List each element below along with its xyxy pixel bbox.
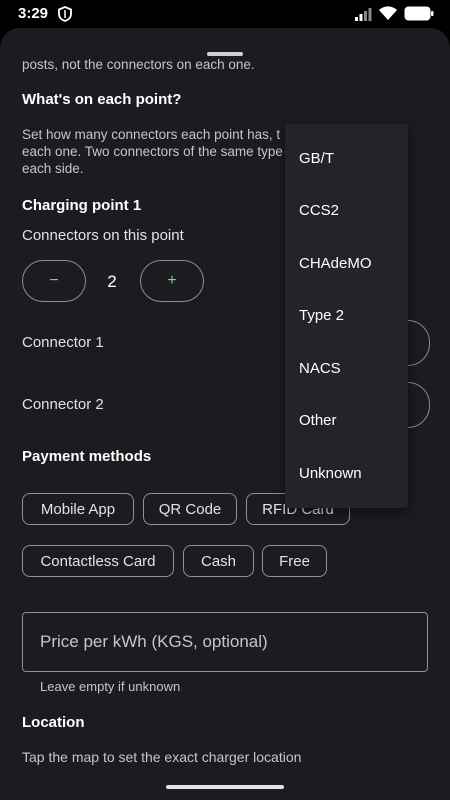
status-bar: 3:29 — [0, 0, 450, 30]
menu-item-type-2[interactable]: Type 2 — [285, 290, 408, 343]
shield-icon — [58, 6, 72, 27]
menu-item-gbt[interactable]: GB/T — [285, 132, 408, 185]
location-title: Location — [22, 714, 85, 731]
payment-chip-free[interactable]: Free — [262, 545, 327, 577]
connector-type-menu: GB/T CCS2 CHAdeMO Type 2 NACS Other Unkn… — [285, 124, 408, 508]
price-input[interactable]: Price per kWh (KGS, optional) — [22, 612, 428, 672]
connector-count: 2 — [107, 272, 117, 291]
system-icons — [354, 6, 434, 26]
menu-item-other[interactable]: Other — [285, 395, 408, 448]
menu-item-nacs[interactable]: NACS — [285, 342, 408, 395]
menu-item-chademo[interactable]: CHAdeMO — [285, 237, 408, 290]
section-points-title: What's on each point? — [22, 91, 182, 108]
payment-chip-cash[interactable]: Cash — [183, 545, 254, 577]
increment-button[interactable]: + — [140, 260, 204, 302]
payment-chip-qr-code[interactable]: QR Code — [143, 493, 237, 525]
wifi-icon — [378, 6, 398, 26]
connectors-label: Connectors on this point — [22, 227, 184, 244]
connector-2-label: Connector 2 — [22, 396, 104, 413]
section-points-desc-2: each one. Two connectors of the same typ… — [22, 144, 283, 159]
home-indicator[interactable] — [166, 785, 284, 789]
location-description: Tap the map to set the exact charger loc… — [22, 749, 302, 765]
drag-handle[interactable] — [207, 52, 243, 56]
signal-icon — [354, 7, 372, 26]
payment-title: Payment methods — [22, 448, 152, 465]
section-points-desc-1: Set how many connectors each point has, … — [22, 127, 281, 142]
connector-1-label: Connector 1 — [22, 334, 104, 351]
menu-item-ccs2[interactable]: CCS2 — [285, 185, 408, 238]
payment-chip-contactless-card[interactable]: Contactless Card — [22, 545, 174, 577]
partial-text: posts, not the connectors on each one. — [22, 57, 255, 72]
menu-item-unknown[interactable]: Unknown — [285, 447, 408, 500]
payment-chip-mobile-app[interactable]: Mobile App — [22, 493, 134, 525]
price-helper-text: Leave empty if unknown — [40, 679, 181, 694]
status-time: 3:29 — [18, 5, 49, 22]
point-title: Charging point 1 — [22, 197, 142, 214]
decrement-button[interactable]: − — [22, 260, 86, 302]
price-placeholder: Price per kWh (KGS, optional) — [40, 632, 268, 651]
battery-icon — [404, 6, 434, 26]
section-points-desc-3: each side. — [22, 161, 84, 176]
